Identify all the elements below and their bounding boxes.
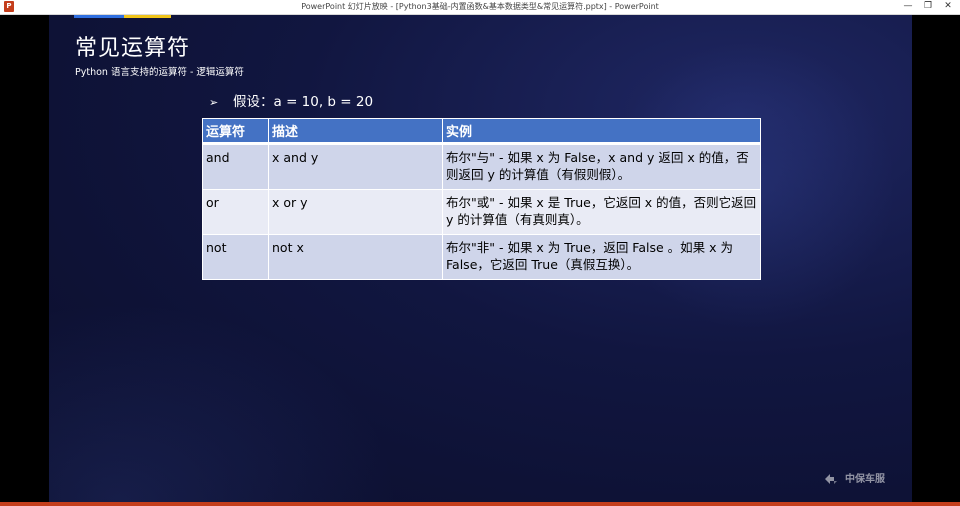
- table-cell: not x: [268, 234, 443, 280]
- restore-button[interactable]: ❐: [920, 0, 936, 14]
- table-cell: or: [202, 189, 269, 235]
- brand-watermark-text: 中保车服: [845, 474, 885, 485]
- minimize-button[interactable]: —: [900, 0, 916, 14]
- operators-table: 运算符 描述 实例 and x and y 布尔"与" - 如果 x 为 Fal…: [202, 118, 761, 280]
- letterbox-right: [912, 15, 960, 502]
- table-header-row: 运算符 描述 实例: [202, 118, 761, 145]
- slide-title: 常见运算符: [75, 36, 191, 61]
- background-glow-bottom: [49, 302, 399, 502]
- table-cell: 布尔"与" - 如果 x 为 False，x and y 返回 x 的值，否则返…: [442, 143, 761, 190]
- slide-subtitle: Python 语言支持的运算符 - 逻辑运算符: [75, 67, 244, 78]
- table-cell: x and y: [268, 143, 443, 190]
- table-cell: not: [202, 234, 269, 280]
- table-row: or x or y 布尔"或" - 如果 x 是 True，它返回 x 的值，否…: [202, 189, 761, 235]
- table-row: not not x 布尔"非" - 如果 x 为 True，返回 False 。…: [202, 234, 761, 280]
- assumption-text: 假设：a = 10, b = 20: [233, 94, 374, 110]
- accent-bar-blue: [74, 15, 124, 18]
- header-operator: 运算符: [202, 118, 269, 145]
- bullet-arrow-icon: ➢: [209, 96, 219, 109]
- header-description: 描述: [268, 118, 443, 145]
- status-bar: [0, 502, 960, 506]
- brand-watermark: 中保车服: [824, 470, 885, 486]
- table-cell: x or y: [268, 189, 443, 235]
- table-cell: and: [202, 143, 269, 190]
- header-example: 实例: [442, 118, 761, 145]
- window-titlebar: P PowerPoint 幻灯片放映 - [Python3基础-内置函数&基本数…: [0, 0, 960, 15]
- letterbox-left: [0, 15, 49, 502]
- window-title: PowerPoint 幻灯片放映 - [Python3基础-内置函数&基本数据类…: [301, 2, 659, 11]
- brand-logo-icon: [824, 472, 840, 486]
- accent-bar-yellow: [124, 15, 171, 18]
- assumption-bullet: ➢ 假设：a = 10, b = 20: [209, 90, 373, 110]
- table-cell: 布尔"或" - 如果 x 是 True，它返回 x 的值，否则它返回 y 的计算…: [442, 189, 761, 235]
- table-cell: 布尔"非" - 如果 x 为 True，返回 False 。如果 x 为 Fal…: [442, 234, 761, 280]
- close-button[interactable]: ✕: [940, 0, 956, 14]
- table-row: and x and y 布尔"与" - 如果 x 为 False，x and y…: [202, 143, 761, 190]
